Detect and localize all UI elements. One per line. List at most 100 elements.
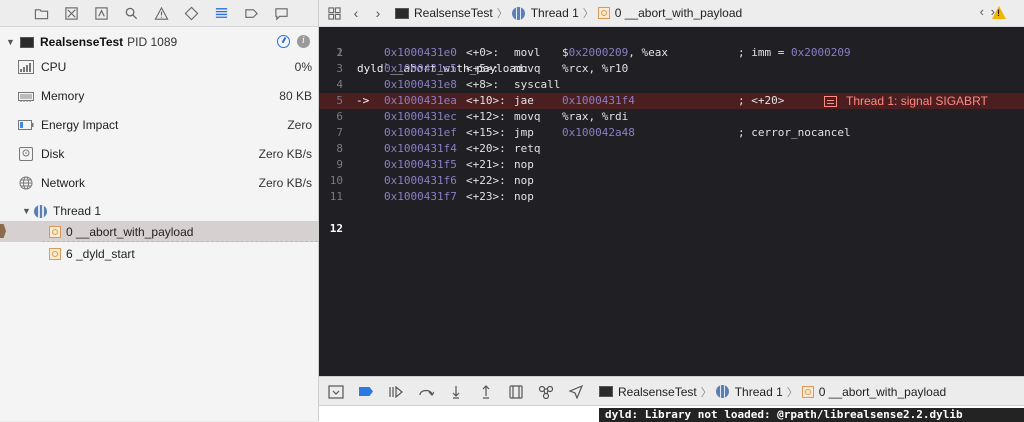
disclosure-down-icon[interactable]: ▼ xyxy=(6,37,16,47)
line-number: 10 xyxy=(329,174,343,187)
stack-frame-row[interactable]: 0 __abort_with_payload xyxy=(0,221,318,242)
program-counter-icon xyxy=(0,224,6,238)
chevron-right-icon: 〉 xyxy=(700,386,712,399)
report-icon[interactable] xyxy=(266,0,296,26)
simulate-location-icon[interactable] xyxy=(561,377,591,406)
warning-icon[interactable]: ! xyxy=(992,6,1006,19)
code-line: 12 xyxy=(319,205,1024,235)
test-icon[interactable] xyxy=(176,0,206,26)
code-line: 4 0x1000431e8 <+8>: syscall xyxy=(319,77,1024,93)
disassembly-editor[interactable]: 1 dyld`__abort_with_payload: 2 0x1000431e… xyxy=(319,27,1024,376)
memory-graph-icon[interactable] xyxy=(531,377,561,406)
console-message: dyld: Library not loaded: @rpath/libreal… xyxy=(599,408,1024,422)
process-name: RealsenseTest xyxy=(40,35,124,49)
console-area[interactable]: dyld: Library not loaded: @rpath/libreal… xyxy=(319,405,1024,422)
instruction-mnemonic: retq xyxy=(514,142,541,155)
step-out-icon[interactable] xyxy=(471,377,501,406)
thread-label: Thread 1 xyxy=(53,204,102,218)
breakpoint-icon[interactable] xyxy=(236,0,266,26)
instruction-address: 0x1000431e5 xyxy=(384,62,457,75)
breadcrumb-project[interactable]: RealsenseTest xyxy=(618,385,697,399)
chevron-right-icon: 〉 xyxy=(582,8,594,20)
instruction-offset: <+8>: xyxy=(466,78,500,91)
instruction-address: 0x1000431ef xyxy=(384,126,457,139)
continue-icon[interactable] xyxy=(381,377,411,406)
back-icon[interactable]: ‹ xyxy=(345,0,367,26)
frame-divider xyxy=(42,241,318,242)
gauge-label: CPU xyxy=(41,60,67,74)
forward-icon[interactable]: › xyxy=(367,0,389,26)
chevron-right-icon: 〉 xyxy=(496,8,508,20)
stack-frame-icon xyxy=(49,225,61,238)
line-number: 8 xyxy=(336,142,343,155)
instruction-address: 0x1000431e8 xyxy=(384,78,457,91)
line-number: 6 xyxy=(336,110,343,123)
stack-frame-row[interactable]: 6 _dyld_start xyxy=(0,243,318,264)
disclosure-down-icon[interactable]: ▼ xyxy=(22,206,34,216)
instruction-address: 0x1000431f6 xyxy=(384,174,457,187)
gauge-label: Disk xyxy=(41,147,65,161)
error-list-icon xyxy=(824,95,837,107)
instruction-mnemonic: nop xyxy=(514,158,534,171)
search-icon[interactable] xyxy=(116,0,146,26)
code-line: 9 0x1000431f5 <+21>: nop xyxy=(319,157,1024,173)
view-hierarchy-icon[interactable] xyxy=(501,377,531,406)
info-icon[interactable]: i xyxy=(297,35,310,48)
stack-frame-icon xyxy=(801,385,814,398)
related-items-icon[interactable] xyxy=(323,0,345,26)
issue-icon[interactable] xyxy=(146,0,176,26)
breadcrumb-project[interactable]: RealsenseTest xyxy=(414,6,493,20)
instruction-operands: 0x100042a48 xyxy=(562,126,635,139)
instruction-offset: <+5>: xyxy=(466,62,500,75)
cpu-gauge-icon xyxy=(18,60,34,74)
instruction-offset: <+12>: xyxy=(466,110,506,123)
breakpoints-toggle-icon[interactable] xyxy=(351,377,381,406)
symbol-icon[interactable] xyxy=(86,0,116,26)
process-pid: PID 1089 xyxy=(127,35,178,49)
memory-gauge-icon xyxy=(18,89,34,103)
step-over-icon[interactable] xyxy=(411,377,441,406)
instruction-comment: ; imm = 0x2000209 xyxy=(738,46,851,59)
gauge-row-disk[interactable]: Disk Zero KB/s xyxy=(0,140,318,168)
instruction-operands: 0x1000431f4 xyxy=(562,94,635,107)
code-line: 8 0x1000431f4 <+20>: retq xyxy=(319,141,1024,157)
instruction-mnemonic: jae xyxy=(514,94,534,107)
source-control-icon[interactable] xyxy=(56,0,86,26)
process-row[interactable]: ▼ RealsenseTest PID 1089 i xyxy=(0,30,318,54)
line-number: 11 xyxy=(329,190,343,203)
gauge-toggle-icon[interactable] xyxy=(277,35,290,48)
code-line: 3 0x1000431e5 <+5>: movq %rcx, %r10 xyxy=(319,61,1024,77)
gauge-label: Network xyxy=(41,176,86,190)
thread-icon xyxy=(715,385,729,398)
gauge-row-network[interactable]: Network Zero KB/s xyxy=(0,169,318,197)
line-number: 4 xyxy=(336,78,343,91)
thread-row[interactable]: ▼ Thread 1 xyxy=(0,201,318,221)
code-line: 11 0x1000431f7 <+23>: nop xyxy=(319,189,1024,205)
debug-icon[interactable] xyxy=(206,0,236,26)
breadcrumb-frame[interactable]: 0 __abort_with_payload xyxy=(819,385,946,399)
gauge-row-energy[interactable]: Energy Impact Zero xyxy=(0,111,318,139)
line-number: 5 xyxy=(336,94,343,107)
navigator-toolbar xyxy=(0,0,318,27)
breadcrumb-frame[interactable]: 0 __abort_with_payload xyxy=(615,6,742,20)
breadcrumb-thread[interactable]: Thread 1 xyxy=(735,385,783,399)
breadcrumb-thread[interactable]: Thread 1 xyxy=(531,6,579,20)
instruction-mnemonic: nop xyxy=(514,174,534,187)
gauge-row-cpu[interactable]: CPU 0% xyxy=(0,53,318,81)
hide-debug-area-icon[interactable] xyxy=(321,377,351,406)
instruction-offset: <+23>: xyxy=(466,190,506,203)
step-into-icon[interactable] xyxy=(441,377,471,406)
instruction-mnemonic: nop xyxy=(514,190,534,203)
previous-issue-icon[interactable]: ‹ xyxy=(980,4,984,19)
folder-icon[interactable] xyxy=(26,0,56,26)
gauge-value: Zero KB/s xyxy=(258,147,312,161)
gauge-row-memory[interactable]: Memory 80 KB xyxy=(0,82,318,110)
instruction-address: 0x1000431f7 xyxy=(384,190,457,203)
instruction-mnemonic: movl xyxy=(514,46,541,59)
instruction-offset: <+21>: xyxy=(466,158,506,171)
gauge-label: Energy Impact xyxy=(41,118,119,132)
debug-bar: RealsenseTest 〉 Thread 1 〉 0 __abort_wit… xyxy=(319,376,1024,406)
signal-annotation-text: Thread 1: signal SIGABRT xyxy=(846,94,988,108)
instruction-comment: ; cerror_nocancel xyxy=(738,126,851,139)
instruction-operands: $0x2000209, %eax xyxy=(562,46,668,59)
